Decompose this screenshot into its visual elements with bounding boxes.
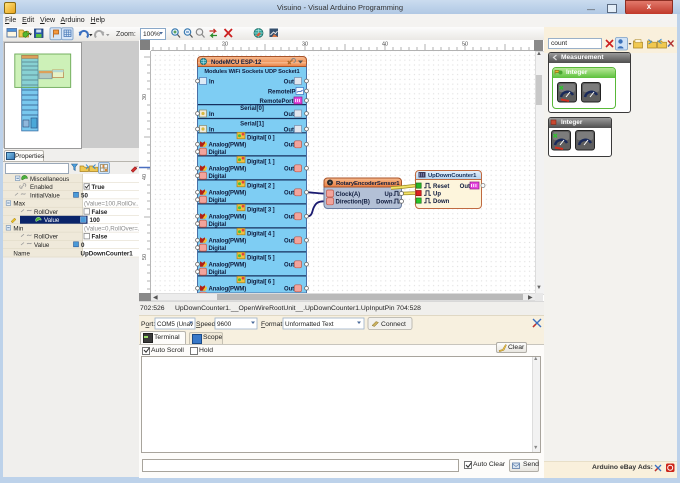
svg-text:Out: Out <box>284 239 294 245</box>
svg-text:100: 100 <box>90 217 101 224</box>
svg-text:RollOver: RollOver <box>34 209 58 216</box>
svg-text:Format:: Format: <box>261 321 284 328</box>
svg-text:Down: Down <box>433 199 450 205</box>
svg-text:Speed:: Speed: <box>196 321 217 328</box>
svg-text:50: 50 <box>81 192 88 199</box>
svg-text:Digital: Digital <box>209 174 227 180</box>
svg-text:Zoom:: Zoom: <box>116 31 136 38</box>
svg-text:Digital[ 4 ]: Digital[ 4 ] <box>247 231 275 237</box>
svg-text:30: 30 <box>302 42 308 48</box>
svg-text:Value: Value <box>44 217 60 224</box>
svg-text:Out: Out <box>284 263 294 269</box>
svg-text:Serial[1]: Serial[1] <box>240 121 264 127</box>
svg-text:Modules WiFi Sockets UDP Socke: Modules WiFi Sockets UDP Socket1 <box>204 69 299 75</box>
svg-text:100%: 100% <box>143 31 160 38</box>
svg-text:UpDownCounter1: UpDownCounter1 <box>428 173 477 179</box>
svg-text:RotaryEncoderSensor1: RotaryEncoderSensor1 <box>336 181 400 187</box>
svg-text:Out: Out <box>284 112 294 118</box>
svg-text:Value: Value <box>34 242 50 249</box>
svg-text:Analog(PWM): Analog(PWM) <box>209 191 247 197</box>
svg-text:(Value=100,RollOv...: (Value=100,RollOv... <box>84 201 139 208</box>
svg-text:Up: Up <box>433 191 441 197</box>
svg-text:Enabled: Enabled <box>30 184 53 191</box>
svg-text:Down: Down <box>376 200 393 206</box>
svg-text:RemotePort: RemotePort <box>259 99 293 105</box>
svg-text:Out: Out <box>284 167 294 173</box>
svg-text:Max: Max <box>13 201 26 208</box>
svg-text:Out: Out <box>284 143 294 149</box>
svg-text:Direction(B): Direction(B) <box>336 200 370 206</box>
svg-text:Reset: Reset <box>433 184 449 190</box>
svg-text:Out: Out <box>460 184 470 190</box>
svg-text:False: False <box>92 234 108 241</box>
svg-text:In: In <box>209 112 215 118</box>
svg-text:Analog(PWM): Analog(PWM) <box>209 143 247 149</box>
svg-text:Up: Up <box>385 192 393 198</box>
svg-text:20: 20 <box>222 42 228 48</box>
svg-text:Digital: Digital <box>209 270 227 276</box>
svg-text:(Value=0,RollOver=...: (Value=0,RollOver=... <box>84 226 139 233</box>
svg-text:Out: Out <box>284 191 294 197</box>
svg-text:Analog(PWM): Analog(PWM) <box>209 263 247 269</box>
svg-text:InitialValue: InitialValue <box>30 192 60 199</box>
svg-text:9600: 9600 <box>217 321 232 328</box>
svg-text:Analog(PWM): Analog(PWM) <box>209 239 247 245</box>
svg-text:50: 50 <box>142 254 148 260</box>
svg-text:Out: Out <box>284 79 294 85</box>
svg-text:Digital[ 1 ]: Digital[ 1 ] <box>247 159 275 165</box>
svg-text:Out: Out <box>284 215 294 221</box>
svg-text:Digital[ 6 ]: Digital[ 6 ] <box>247 279 275 285</box>
svg-text:40: 40 <box>382 42 388 48</box>
svg-text:Serial[0]: Serial[0] <box>240 106 264 112</box>
svg-text:Clock(A): Clock(A) <box>336 192 361 198</box>
svg-text:Digital[ 3 ]: Digital[ 3 ] <box>247 207 275 213</box>
svg-text:Unformatted Text: Unformatted Text <box>285 321 334 328</box>
svg-text:RemoteIP: RemoteIP <box>268 89 296 95</box>
svg-text:In: In <box>209 127 215 133</box>
svg-text:Out: Out <box>284 127 294 133</box>
svg-text:Digital: Digital <box>209 150 227 156</box>
svg-text:False: False <box>92 209 108 216</box>
svg-text:Digital: Digital <box>209 246 227 252</box>
svg-text:Analog(PWM): Analog(PWM) <box>209 167 247 173</box>
svg-text:Digital[ 2 ]: Digital[ 2 ] <box>247 183 275 189</box>
svg-text:0: 0 <box>81 242 85 249</box>
svg-text:Port:: Port: <box>141 321 155 328</box>
svg-text:Analog(PWM): Analog(PWM) <box>209 215 247 221</box>
svg-text:NodeMCU ESP-12: NodeMCU ESP-12 <box>211 60 262 66</box>
svg-text:Min: Min <box>13 226 24 233</box>
svg-text:Digital[ 5 ]: Digital[ 5 ] <box>247 255 275 261</box>
svg-text:RollOver: RollOver <box>34 234 58 241</box>
svg-text:Miscellaneous: Miscellaneous <box>30 176 69 183</box>
svg-text:True: True <box>92 184 106 191</box>
svg-text:UpDownCounter1: UpDownCounter1 <box>81 250 134 257</box>
svg-text:Connect: Connect <box>381 321 406 328</box>
svg-text:30: 30 <box>142 94 148 100</box>
svg-text:40: 40 <box>142 174 148 180</box>
svg-text:In: In <box>209 79 215 85</box>
svg-text:50: 50 <box>462 42 468 48</box>
svg-text:Out: Out <box>284 287 294 293</box>
svg-text:Digital: Digital <box>209 198 227 204</box>
svg-text:Analog(PWM): Analog(PWM) <box>209 287 247 293</box>
svg-text:COM5 (Unav: COM5 (Unav <box>157 321 194 328</box>
svg-text:Digital[ 0 ]: Digital[ 0 ] <box>247 135 275 141</box>
svg-text:Name: Name <box>13 250 30 257</box>
svg-text:Digital: Digital <box>209 222 227 228</box>
